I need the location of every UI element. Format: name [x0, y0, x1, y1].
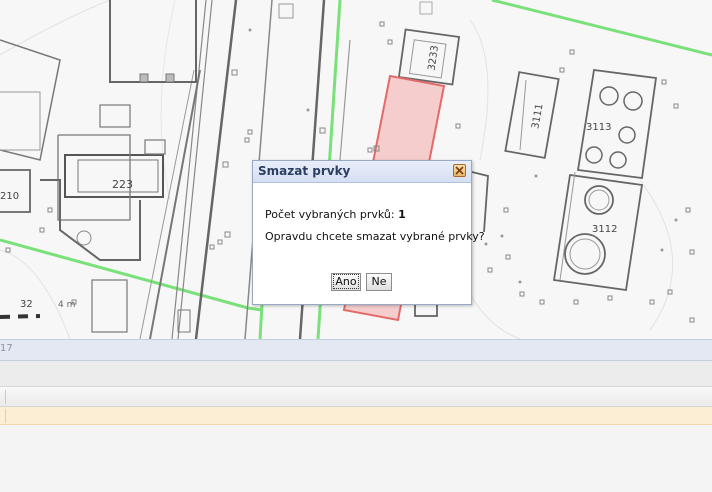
grid-header-row	[0, 387, 712, 407]
selected-count-line: Počet vybraných prvků: 1	[265, 207, 406, 223]
label-3113: 3113	[586, 122, 611, 133]
delete-features-dialog: Smazat prvky Počet vybraných prvků: 1 Op…	[252, 160, 485, 305]
selected-count-value: 1	[398, 208, 406, 221]
dialog-message: Počet vybraných prvků: 1 Opravdu chcete …	[265, 207, 485, 243]
grid-body	[0, 425, 712, 492]
selected-count-label: Počet vybraných prvků:	[265, 208, 395, 221]
label-223: 223	[112, 178, 133, 191]
dialog-title: Smazat prvky	[258, 164, 351, 178]
panel-header-bar: 17	[0, 339, 712, 361]
label-4m: 4 m	[58, 300, 75, 310]
confirm-question: Opravdu chcete smazat vybrané prvky?	[265, 230, 485, 243]
no-button[interactable]: Ne	[366, 273, 392, 291]
grid-selected-row[interactable]	[0, 407, 712, 425]
dialog-header[interactable]: Smazat prvky	[253, 161, 471, 183]
label-3111: 3111	[530, 103, 545, 130]
column-divider[interactable]	[5, 390, 6, 404]
yes-button[interactable]: Ano	[331, 273, 361, 291]
yes-button-label: Ano	[333, 274, 359, 289]
label-3112: 3112	[592, 224, 617, 235]
column-divider	[5, 409, 6, 423]
label-32: 32	[20, 299, 33, 310]
label-3233: 3233	[427, 45, 441, 72]
label-210: 210	[0, 191, 19, 202]
panel-toolbar	[0, 361, 712, 387]
panel-edge-text: 17	[0, 343, 13, 354]
close-icon[interactable]	[453, 164, 466, 177]
